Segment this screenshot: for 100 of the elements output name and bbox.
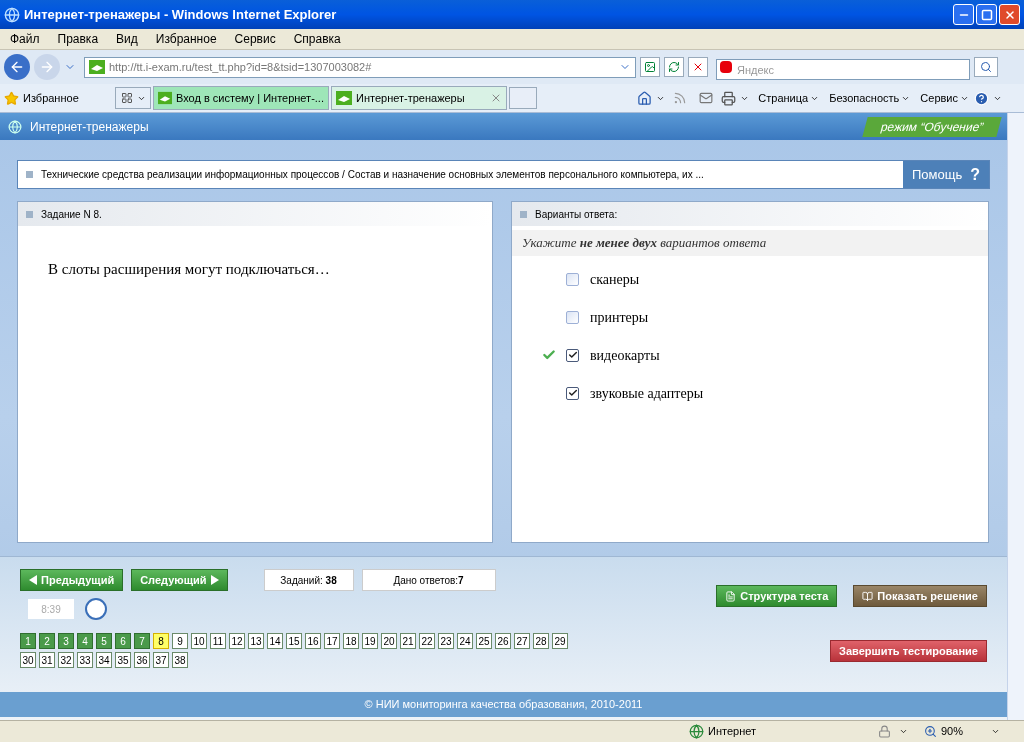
caret-icon[interactable] [991, 727, 1000, 736]
task-number[interactable]: 26 [495, 633, 511, 649]
task-number[interactable]: 37 [153, 652, 169, 668]
solution-button[interactable]: Показать решение [853, 585, 987, 607]
globe-icon [8, 119, 22, 134]
site-logo-icon [158, 91, 172, 105]
bullet-icon [26, 210, 33, 218]
command-menu[interactable]: Сервис [920, 89, 969, 107]
task-number[interactable]: 17 [324, 633, 340, 649]
forward-arrow-icon [39, 59, 55, 75]
task-number[interactable]: 33 [77, 652, 93, 668]
feeds-icon[interactable] [673, 91, 688, 105]
command-menu[interactable]: Безопасность [829, 89, 911, 107]
answer-checkbox[interactable] [566, 386, 579, 400]
finish-button[interactable]: Завершить тестирование [830, 640, 987, 662]
zoom-level[interactable]: 90% [941, 723, 991, 740]
task-number[interactable]: 13 [248, 633, 264, 649]
search-field[interactable]: Яндекс [716, 59, 970, 80]
task-number[interactable]: 12 [229, 633, 245, 649]
book-icon [862, 590, 874, 602]
favorites-star-icon [4, 90, 19, 106]
task-number[interactable]: 15 [286, 633, 302, 649]
mail-icon[interactable] [699, 91, 714, 105]
task-number[interactable]: 8 [153, 633, 169, 649]
close-tab-icon[interactable] [490, 92, 502, 104]
task-number[interactable]: 16 [305, 633, 321, 649]
task-number[interactable]: 29 [552, 633, 568, 649]
refresh-icon [668, 61, 680, 73]
clock-icon [84, 597, 108, 621]
task-number[interactable]: 36 [134, 652, 150, 668]
address-field[interactable]: http://tt.i-exam.ru/test_tt.php?id=8&tsid=1307003082# [84, 56, 636, 78]
command-menu[interactable]: Страница [758, 89, 820, 107]
answer-checkbox[interactable] [566, 310, 579, 324]
task-number[interactable]: 22 [419, 633, 435, 649]
task-number[interactable]: 31 [39, 652, 55, 668]
search-icon [980, 61, 992, 73]
panel-heading: Варианты ответа: [535, 207, 618, 222]
close-icon [1003, 8, 1016, 21]
task-number[interactable]: 18 [343, 633, 359, 649]
window-title: Интернет-тренажеры - Windows Internet Explorer [24, 5, 338, 24]
task-number[interactable]: 25 [476, 633, 492, 649]
task-number[interactable]: 20 [381, 633, 397, 649]
help-button[interactable]: Помощь ? [903, 161, 989, 188]
breadcrumb: Технические средства реализации информационных процессов / Состав и назначение основных элементов персонального компьютера, их ... [41, 168, 704, 182]
minimize-button[interactable] [953, 4, 974, 25]
task-count-text: Заданий: 38 [280, 573, 337, 588]
home-icon[interactable] [637, 90, 653, 106]
task-number[interactable]: 23 [438, 633, 454, 649]
favorites-button[interactable]: Избранное [23, 89, 115, 107]
help-icon[interactable] [974, 90, 989, 106]
compatibility-button[interactable] [640, 57, 660, 77]
timer: 8:39 [28, 599, 74, 619]
task-number[interactable]: 10 [191, 633, 207, 649]
menu-item[interactable]: Сервис [234, 30, 276, 48]
zone-icon [689, 724, 704, 739]
panel-heading: Задание N 8. [41, 207, 102, 222]
task-number[interactable]: 27 [514, 633, 530, 649]
task-number[interactable]: 9 [172, 633, 188, 649]
task-number[interactable]: 30 [20, 652, 36, 668]
browser-tab[interactable]: Вход в систему | Интернет-... [153, 86, 329, 110]
answer-label: принтеры [590, 308, 649, 327]
bullet-icon [520, 210, 527, 218]
checkmark-icon [567, 388, 578, 398]
search-button[interactable] [974, 57, 998, 77]
browser-tab[interactable]: Интернет-тренажеры [331, 86, 507, 110]
question-text: В слоты расширения могут подключаться… [47, 260, 331, 279]
zoom-icon[interactable] [924, 725, 937, 738]
tab-label: Интернет-тренажеры [356, 90, 466, 106]
print-icon[interactable] [721, 90, 737, 106]
task-number[interactable]: 35 [115, 652, 131, 668]
task-number[interactable]: 32 [58, 652, 74, 668]
task-number[interactable]: 14 [267, 633, 283, 649]
task-number[interactable]: 11 [210, 633, 226, 649]
menu-item[interactable]: Файл [10, 30, 40, 48]
menu-item[interactable]: Справка [293, 30, 341, 48]
task-number[interactable]: 24 [457, 633, 473, 649]
answer-label: сканеры [590, 270, 640, 289]
refresh-button[interactable] [664, 57, 684, 77]
back-button[interactable] [4, 54, 30, 80]
mode-badge: режим “Обучение” [861, 116, 1002, 137]
menu-item[interactable]: Избранное [155, 30, 217, 48]
caret-icon[interactable] [899, 727, 908, 736]
checkmark-icon [567, 350, 578, 360]
instruction-text: Укажите не менее двух вариантов ответа [522, 234, 767, 253]
browser-icon [4, 6, 20, 23]
answer-checkbox[interactable] [566, 272, 579, 286]
answer-count-text: Дано ответов:7 [393, 573, 464, 588]
maximize-button[interactable] [976, 4, 997, 25]
task-number[interactable]: 19 [362, 633, 378, 649]
task-number[interactable]: 38 [172, 652, 188, 668]
stop-button[interactable] [688, 57, 708, 77]
task-number[interactable]: 21 [400, 633, 416, 649]
quick-tabs-button[interactable] [115, 87, 151, 109]
menu-item[interactable]: Вид [116, 30, 138, 48]
close-button[interactable] [999, 4, 1020, 25]
answer-label: звуковые адаптеры [590, 384, 704, 403]
menu-item[interactable]: Правка [57, 30, 99, 48]
task-number[interactable]: 34 [96, 652, 112, 668]
answer-checkbox[interactable] [566, 348, 579, 362]
task-number[interactable]: 28 [533, 633, 549, 649]
